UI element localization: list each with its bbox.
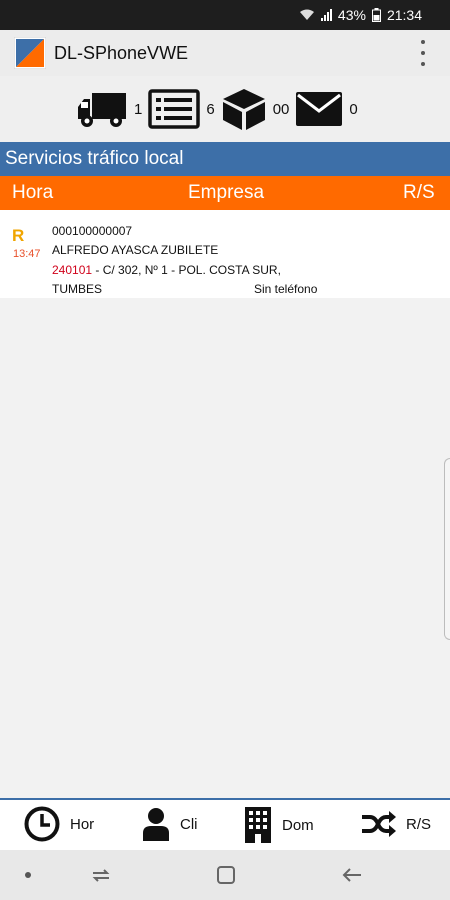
app-logo-icon: [14, 37, 46, 69]
counter-services[interactable]: 6: [148, 89, 220, 129]
bottom-nav: Hor Cli Dom R/S: [0, 798, 450, 850]
sort-by-rs-label: R/S: [406, 815, 432, 833]
truck-icon: [78, 93, 126, 127]
sort-by-address-label: Dom: [282, 816, 314, 834]
counter-services-value: 6: [206, 100, 215, 118]
column-hora[interactable]: Hora: [12, 176, 53, 210]
service-city: TUMBES: [52, 282, 103, 296]
shuffle-icon: [362, 811, 396, 837]
sort-by-client-button[interactable]: Cli: [142, 806, 198, 842]
service-client-name: ALFREDO AYASCA ZUBILETE: [52, 243, 219, 257]
signal-icon: [320, 9, 332, 21]
list-item[interactable]: R 13:47 000100000007 ALFREDO AYASCA ZUBI…: [0, 210, 450, 298]
service-time: 13:47: [13, 248, 41, 260]
mail-icon: [296, 92, 343, 126]
section-title: Servicios tráfico local: [0, 142, 450, 176]
status-bar: 43% 21:34: [0, 0, 450, 30]
back-icon[interactable]: [341, 864, 363, 886]
sort-by-address-button[interactable]: Dom: [244, 806, 314, 844]
column-rs[interactable]: R/S: [403, 176, 435, 210]
sort-by-hour-label: Hor: [70, 815, 95, 833]
column-empresa[interactable]: Empresa: [188, 176, 264, 210]
service-street: - C/ 302, Nº 1 - POL. COSTA SUR,: [92, 263, 281, 277]
building-icon: [245, 807, 271, 843]
service-address: 240101 - C/ 302, Nº 1 - POL. COSTA SUR,: [52, 263, 281, 277]
service-phone: Sin teléfono: [254, 282, 318, 296]
package-icon: [222, 89, 265, 130]
counter-messages-value: 0: [349, 100, 358, 118]
service-type: R: [12, 226, 25, 245]
battery-percent: 43%: [337, 7, 366, 23]
dot-icon: [25, 872, 31, 878]
counter-packages-value: 00: [272, 100, 290, 118]
counter-vehicles[interactable]: 1: [76, 89, 148, 129]
sort-by-client-label: Cli: [180, 815, 198, 833]
sort-by-hour-button[interactable]: Hor: [24, 806, 94, 842]
service-list[interactable]: R 13:47 000100000007 ALFREDO AYASCA ZUBI…: [0, 210, 450, 798]
service-postal-code: 240101: [52, 263, 93, 277]
app-bar: DL-SPhoneVWE: [0, 30, 450, 76]
side-drawer-handle[interactable]: [444, 458, 450, 640]
person-icon: [143, 808, 169, 841]
system-nav-bar: [0, 850, 450, 900]
column-header: Hora Empresa R/S: [0, 176, 450, 210]
counters-bar: 1 6 00 0: [0, 76, 450, 142]
counter-packages[interactable]: 00: [221, 87, 296, 131]
home-icon[interactable]: [215, 864, 237, 886]
counter-vehicles-value: 1: [134, 100, 143, 118]
wifi-icon: [299, 9, 314, 20]
clock-time: 21:34: [386, 7, 422, 23]
service-code: 000100000007: [52, 224, 133, 238]
sort-by-rs-button[interactable]: R/S: [360, 806, 431, 842]
app-title: DL-SPhoneVWE: [54, 42, 189, 63]
overflow-menu-icon[interactable]: [416, 40, 430, 66]
clock-icon: [24, 806, 60, 842]
battery-icon: [371, 8, 381, 22]
recent-apps-icon[interactable]: [90, 864, 112, 886]
counter-messages[interactable]: 0: [295, 91, 363, 127]
list-icon: [148, 89, 201, 129]
